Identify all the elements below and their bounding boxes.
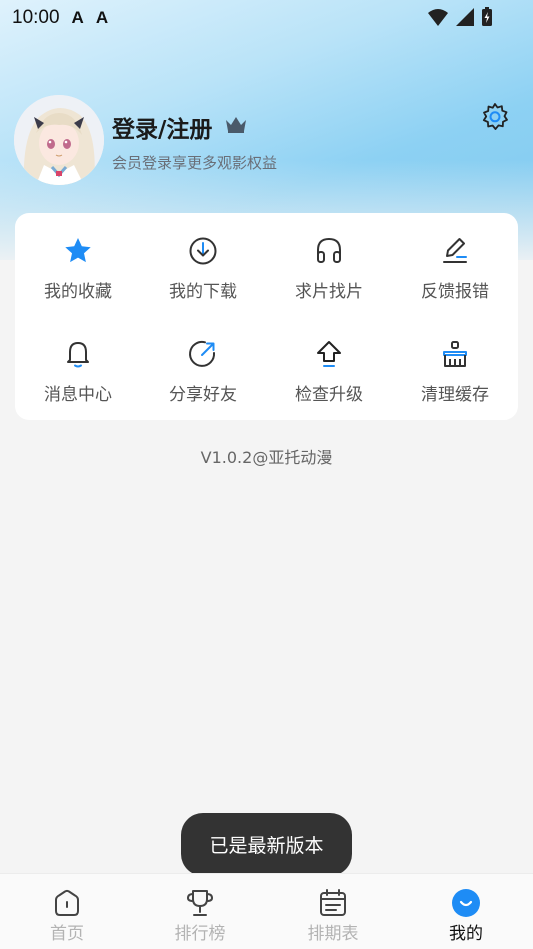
- avatar-illustration: [14, 95, 104, 185]
- tab-home[interactable]: 首页: [37, 888, 97, 944]
- battery-icon: [482, 7, 492, 26]
- edit-icon: [443, 238, 467, 263]
- avatar[interactable]: [14, 95, 104, 185]
- menu-item-label: 求片找片: [295, 282, 363, 302]
- menu-item-favorites[interactable]: 我的收藏: [15, 235, 141, 335]
- tab-label: 我的: [449, 924, 483, 944]
- notification-icon: A: [71, 8, 84, 27]
- signal-icon: [456, 8, 474, 26]
- menu-item-downloads[interactable]: 我的下载: [140, 235, 266, 335]
- menu-card: 我的收藏 我的下载 求片找片 反馈报错 消息中心 分享好友 检查升级 清理缓存: [15, 213, 518, 420]
- tab-label: 排期表: [307, 924, 359, 944]
- broom-icon: [443, 341, 467, 367]
- menu-item-label: 我的下载: [169, 282, 237, 302]
- menu-item-label: 我的收藏: [44, 282, 112, 302]
- menu-item-label: 检查升级: [295, 385, 363, 405]
- tab-label: 排行榜: [174, 924, 226, 944]
- trophy-icon: [186, 890, 214, 916]
- bottom-tab-bar: 首页 排行榜 排期表 我的: [0, 873, 533, 949]
- menu-item-messages[interactable]: 消息中心: [15, 338, 141, 438]
- menu-item-label: 反馈报错: [421, 282, 489, 302]
- bell-icon: [67, 342, 89, 368]
- member-benefits-subtitle: 会员登录享更多观影权益: [112, 154, 278, 172]
- headphones-icon: [317, 237, 341, 263]
- menu-item-clear-cache[interactable]: 清理缓存: [392, 338, 518, 438]
- version-text: V1.0.2@亚托动漫: [200, 448, 333, 467]
- wifi-icon: [428, 9, 448, 26]
- tab-profile[interactable]: 我的: [436, 888, 496, 944]
- profile-icon: [452, 889, 480, 917]
- home-icon: [55, 889, 79, 916]
- tab-label: 首页: [50, 924, 84, 944]
- share-icon: [189, 340, 216, 367]
- menu-item-label: 清理缓存: [421, 385, 489, 405]
- star-icon: [65, 238, 91, 263]
- crown-icon: [226, 117, 246, 133]
- status-time: 10:00: [12, 7, 60, 28]
- menu-item-label: 消息中心: [44, 385, 112, 405]
- menu-item-request[interactable]: 求片找片: [266, 235, 392, 335]
- upgrade-icon: [317, 341, 341, 367]
- gear-icon[interactable]: [480, 102, 510, 132]
- menu-item-label: 分享好友: [169, 385, 237, 405]
- notification-icon: A: [95, 8, 109, 27]
- login-register-title[interactable]: 登录/注册: [112, 110, 212, 144]
- status-bar: 10:00 A A: [0, 0, 533, 36]
- toast-message: 已是最新版本: [181, 813, 352, 876]
- download-icon: [189, 237, 217, 265]
- menu-item-feedback[interactable]: 反馈报错: [392, 235, 518, 335]
- calendar-icon: [320, 889, 346, 916]
- menu-item-upgrade[interactable]: 检查升级: [266, 338, 392, 438]
- status-icons: [427, 7, 493, 27]
- tab-schedule[interactable]: 排期表: [303, 888, 363, 944]
- tab-ranking[interactable]: 排行榜: [170, 888, 230, 944]
- menu-item-share[interactable]: 分享好友: [140, 338, 266, 438]
